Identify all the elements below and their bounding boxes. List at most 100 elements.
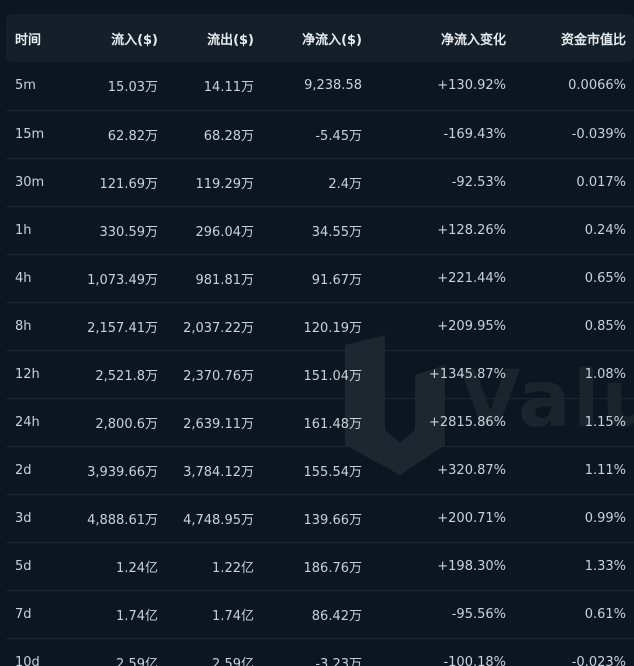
cell-inflow: 62.82万 xyxy=(107,128,158,144)
cell-net-inflow: 2.4万 xyxy=(328,176,362,192)
cell-net-inflow-change: -169.43% xyxy=(443,126,506,142)
cell-outflow: 2,639.11万 xyxy=(183,416,254,432)
cell-net-inflow: -3.23万 xyxy=(315,656,362,666)
header-outflow: 流出($) xyxy=(207,32,254,48)
cell-time: 7d xyxy=(15,606,32,622)
cell-inflow: 2,157.41万 xyxy=(87,320,158,336)
header-net-inflow: 净流入($) xyxy=(302,32,362,48)
cell-market-cap-ratio: 0.24% xyxy=(584,222,626,238)
header-inflow: 流入($) xyxy=(111,32,158,48)
cell-net-inflow-change: +198.30% xyxy=(437,558,506,574)
header-time: 时间 xyxy=(15,32,42,48)
table-row: 10d 2.59亿 2.59亿 -3.23万 -100.18% -0.023% xyxy=(6,638,634,666)
cell-outflow: 1.74亿 xyxy=(212,608,254,624)
cell-inflow: 330.59万 xyxy=(99,224,159,240)
table-header-row: 时间 流入($) 流出($) 净流入($) 净流入变化 资金市值比 xyxy=(6,14,634,62)
cell-market-cap-ratio: 0.99% xyxy=(584,510,626,526)
cell-net-inflow: -5.45万 xyxy=(315,128,362,144)
table-row: 5d 1.24亿 1.22亿 186.76万 +198.30% 1.33% xyxy=(6,542,634,590)
cell-outflow: 68.28万 xyxy=(203,128,254,144)
cell-inflow: 2,521.8万 xyxy=(95,368,158,384)
cell-net-inflow-change: +221.44% xyxy=(437,270,506,286)
cell-net-inflow-change: -100.18% xyxy=(443,654,506,666)
cell-market-cap-ratio: 1.15% xyxy=(584,414,626,430)
cell-market-cap-ratio: 1.33% xyxy=(584,558,626,574)
table-body: 5m 15.03万 14.11万 9,238.58 +130.92% 0.0066% 15m… xyxy=(6,62,634,666)
cell-market-cap-ratio: -0.039% xyxy=(571,126,626,142)
cell-market-cap-ratio: 0.65% xyxy=(584,270,626,286)
cell-outflow: 14.11万 xyxy=(203,80,254,96)
capital-flow-table: 时间 流入($) 流出($) 净流入($) 净流入变化 资金市值比 5m 15.0… xyxy=(6,14,634,666)
cell-net-inflow: 139.66万 xyxy=(303,512,363,528)
table-row: 4h 1,073.49万 981.81万 91.67万 +221.44% 0.65% xyxy=(6,254,634,302)
cell-time: 10d xyxy=(15,654,40,666)
cell-net-inflow-change: +130.92% xyxy=(437,78,506,94)
cell-inflow: 15.03万 xyxy=(107,80,158,96)
cell-market-cap-ratio: 0.0066% xyxy=(568,78,626,94)
cell-net-inflow: 91.67万 xyxy=(311,272,362,288)
cell-net-inflow-change: +2815.86% xyxy=(428,414,506,430)
cell-time: 3d xyxy=(15,510,32,526)
cell-outflow: 4,748.95万 xyxy=(183,512,254,528)
cell-net-inflow: 161.48万 xyxy=(303,416,363,432)
table-row: 8h 2,157.41万 2,037.22万 120.19万 +209.95% 0.85% xyxy=(6,302,634,350)
cell-outflow: 1.22亿 xyxy=(212,560,254,576)
cell-time: 12h xyxy=(15,366,40,382)
cell-outflow: 2,370.76万 xyxy=(183,368,254,384)
cell-time: 2d xyxy=(15,462,32,478)
table-row: 12h 2,521.8万 2,370.76万 151.04万 +1345.87% 1.08… xyxy=(6,350,634,398)
cell-inflow: 1,073.49万 xyxy=(87,272,158,288)
cell-market-cap-ratio: -0.023% xyxy=(571,654,626,666)
capital-flow-panel: Valu 时间 流入($) 流出($) 净流入($) 净流入变化 资金市值比 5… xyxy=(0,0,634,666)
cell-market-cap-ratio: 0.61% xyxy=(584,606,626,622)
cell-market-cap-ratio: 1.08% xyxy=(584,366,626,382)
cell-inflow: 1.74亿 xyxy=(116,608,158,624)
cell-net-inflow-change: +200.71% xyxy=(437,510,506,526)
cell-net-inflow: 151.04万 xyxy=(303,368,363,384)
cell-outflow: 2.59亿 xyxy=(212,656,254,666)
cell-market-cap-ratio: 0.017% xyxy=(576,174,626,190)
cell-time: 1h xyxy=(15,222,32,238)
cell-outflow: 296.04万 xyxy=(195,224,255,240)
header-market-cap-ratio: 资金市值比 xyxy=(560,32,626,48)
cell-inflow: 1.24亿 xyxy=(116,560,158,576)
table-row: 30m 121.69万 119.29万 2.4万 -92.53% 0.017% xyxy=(6,158,634,206)
cell-net-inflow-change: +1345.87% xyxy=(428,366,506,382)
cell-net-inflow-change: +209.95% xyxy=(437,318,506,334)
cell-outflow: 981.81万 xyxy=(195,272,255,288)
cell-net-inflow-change: -95.56% xyxy=(451,606,506,622)
cell-inflow: 4,888.61万 xyxy=(87,512,158,528)
table-row: 5m 15.03万 14.11万 9,238.58 +130.92% 0.0066% xyxy=(6,62,634,110)
table-row: 7d 1.74亿 1.74亿 86.42万 -95.56% 0.61% xyxy=(6,590,634,638)
cell-net-inflow-change: +320.87% xyxy=(437,462,506,478)
cell-market-cap-ratio: 0.85% xyxy=(584,318,626,334)
cell-time: 8h xyxy=(15,318,32,334)
table-row: 3d 4,888.61万 4,748.95万 139.66万 +200.71% 0.99% xyxy=(6,494,634,542)
cell-net-inflow-change: +128.26% xyxy=(437,222,506,238)
table-row: 1h 330.59万 296.04万 34.55万 +128.26% 0.24% xyxy=(6,206,634,254)
cell-time: 5m xyxy=(15,78,36,94)
cell-outflow: 3,784.12万 xyxy=(183,464,254,480)
table-row: 2d 3,939.66万 3,784.12万 155.54万 +320.87% 1.11% xyxy=(6,446,634,494)
cell-outflow: 119.29万 xyxy=(195,176,255,192)
cell-inflow: 3,939.66万 xyxy=(87,464,158,480)
cell-time: 4h xyxy=(15,270,32,286)
cell-market-cap-ratio: 1.11% xyxy=(584,462,626,478)
cell-outflow: 2,037.22万 xyxy=(183,320,254,336)
cell-time: 15m xyxy=(15,126,45,142)
table-row: 15m 62.82万 68.28万 -5.45万 -169.43% -0.039% xyxy=(6,110,634,158)
cell-time: 5d xyxy=(15,558,32,574)
cell-time: 24h xyxy=(15,414,40,430)
table-row: 24h 2,800.6万 2,639.11万 161.48万 +2815.86% 1.15… xyxy=(6,398,634,446)
cell-net-inflow-change: -92.53% xyxy=(451,174,506,190)
cell-net-inflow: 9,238.58 xyxy=(304,78,362,94)
cell-net-inflow: 186.76万 xyxy=(303,560,363,576)
cell-time: 30m xyxy=(15,174,45,190)
cell-inflow: 2,800.6万 xyxy=(95,416,158,432)
cell-net-inflow: 120.19万 xyxy=(303,320,363,336)
cell-inflow: 121.69万 xyxy=(99,176,159,192)
cell-net-inflow: 34.55万 xyxy=(311,224,362,240)
cell-net-inflow: 155.54万 xyxy=(303,464,363,480)
header-net-inflow-change: 净流入变化 xyxy=(440,32,506,48)
cell-net-inflow: 86.42万 xyxy=(311,608,362,624)
